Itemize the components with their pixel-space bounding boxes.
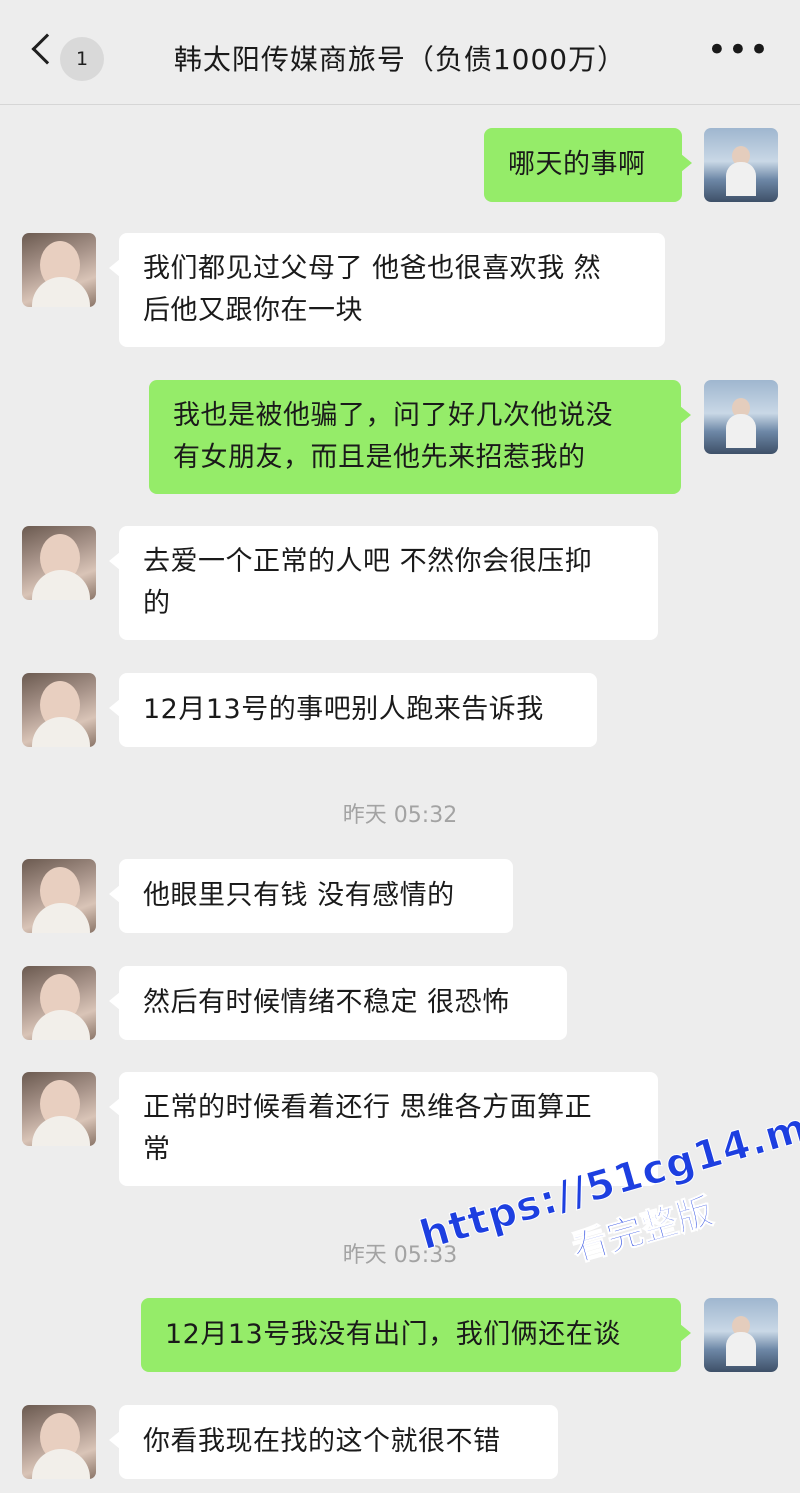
message-bubble-received[interactable]: 去爱一个正常的人吧 不然你会很压抑 的: [109, 526, 658, 640]
message-text: 然后有时候情绪不稳定 很恐怖: [143, 987, 510, 1018]
message-bubble-sent[interactable]: 哪天的事啊: [484, 128, 692, 202]
contact-avatar[interactable]: [22, 1405, 96, 1479]
my-avatar[interactable]: [704, 128, 778, 202]
message-bubble-received[interactable]: 我们都见过父母了 他爸也很喜欢我 然 后他又跟你在一块: [109, 233, 665, 347]
message-bubble-sent[interactable]: 我也是被他骗了，问了好几次他说没 有女朋友，而且是他先来招惹我的: [149, 380, 691, 494]
my-avatar[interactable]: [704, 380, 778, 454]
message-text-line: 的: [143, 588, 171, 619]
contact-avatar[interactable]: [22, 859, 96, 933]
chat-title: 韩太阳传媒商旅号（负债1000万）: [173, 43, 627, 76]
timestamp: 昨天 05:32: [342, 803, 458, 828]
message-text: 12月13号的事吧别人跑来告诉我: [143, 694, 544, 725]
contact-avatar[interactable]: [22, 1072, 96, 1146]
message-text: 12月13号我没有出门，我们俩还在谈: [165, 1319, 621, 1350]
message-bubble-received[interactable]: 他眼里只有钱 没有感情的: [109, 859, 513, 933]
more-options-icon[interactable]: •••: [707, 30, 770, 70]
message-text-line: 有女朋友，而且是他先来招惹我的: [173, 442, 586, 473]
message-text-line: 我们都见过父母了 他爸也很喜欢我 然: [143, 253, 602, 284]
my-avatar[interactable]: [704, 1298, 778, 1372]
unread-count-badge[interactable]: 1: [60, 37, 104, 81]
contact-avatar[interactable]: [22, 966, 96, 1040]
message-bubble-received[interactable]: 12月13号的事吧别人跑来告诉我: [109, 673, 597, 747]
chat-header: 1 韩太阳传媒商旅号（负债1000万） •••: [0, 0, 800, 105]
contact-avatar[interactable]: [22, 673, 96, 747]
message-text: 你看我现在找的这个就很不错: [143, 1426, 501, 1457]
message-text: 他眼里只有钱 没有感情的: [143, 880, 455, 911]
message-text-line: 正常的时候看着还行 思维各方面算正: [143, 1092, 593, 1123]
contact-avatar[interactable]: [22, 233, 96, 307]
message-bubble-sent[interactable]: 12月13号我没有出门，我们俩还在谈: [141, 1298, 691, 1372]
message-text: 哪天的事啊: [508, 149, 646, 180]
contact-avatar[interactable]: [22, 526, 96, 600]
message-bubble-received[interactable]: 然后有时候情绪不稳定 很恐怖: [109, 966, 567, 1040]
message-text-line: 常: [143, 1134, 171, 1165]
back-arrow-icon[interactable]: [31, 33, 63, 65]
message-text-line: 我也是被他骗了，问了好几次他说没: [173, 400, 613, 431]
message-text-line: 去爱一个正常的人吧 不然你会很压抑: [143, 546, 593, 577]
message-bubble-received[interactable]: 你看我现在找的这个就很不错: [109, 1405, 558, 1479]
message-text-line: 后他又跟你在一块: [143, 295, 363, 326]
